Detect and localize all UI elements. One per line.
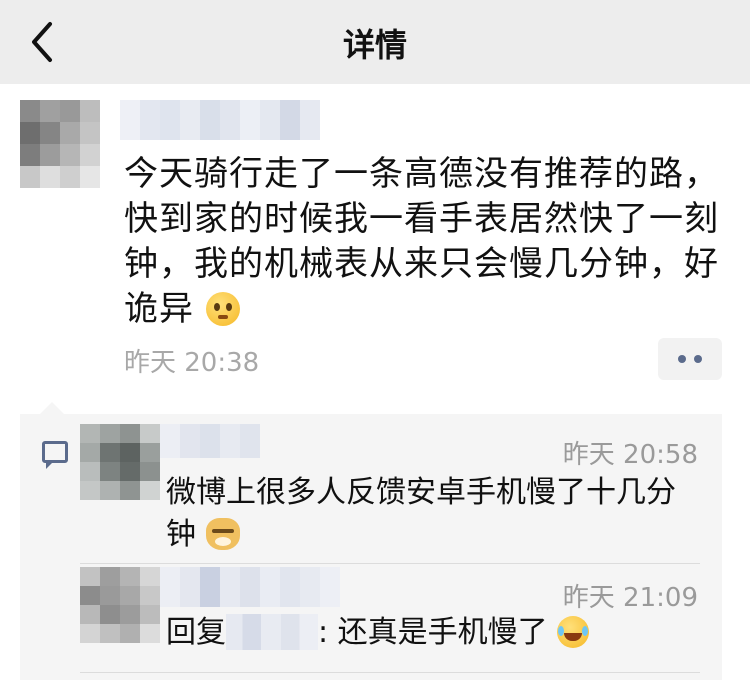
page-title: 详情 <box>342 26 407 64</box>
post-content: 今天骑行走了一条高德没有推荐的路，快到家的时候我一看手表居然快了一刻钟，我的机械… <box>124 152 728 332</box>
comment-divider <box>80 563 700 564</box>
comment-timestamp: 昨天 20:58 <box>562 440 698 470</box>
reply-body: : 还真是手机慢了 <box>318 615 548 650</box>
commenter-avatar[interactable] <box>80 567 160 643</box>
commenter-name[interactable] <box>160 567 340 607</box>
doge-emoji-icon <box>205 518 240 550</box>
reply-target-name[interactable] <box>226 614 318 650</box>
more-actions-button[interactable] <box>658 338 722 380</box>
commenter-avatar[interactable] <box>80 424 160 500</box>
nav-bar: 详情 <box>0 0 750 84</box>
reply-prefix: 回复 <box>166 615 226 650</box>
comment-divider <box>80 672 700 673</box>
comment-text: 微博上很多人反馈安卓手机慢了十几分钟 <box>166 472 700 556</box>
tears-of-joy-emoji-icon <box>557 616 590 648</box>
woozy-face-emoji-icon <box>205 292 240 326</box>
comments-pointer <box>40 402 64 414</box>
comment-body: 微博上很多人反馈安卓手机慢了十几分钟 <box>166 475 676 552</box>
comment-bubble-icon <box>42 441 68 469</box>
commenter-name[interactable] <box>160 424 260 458</box>
avatar[interactable] <box>20 100 100 188</box>
post-timestamp: 昨天 20:38 <box>124 348 260 378</box>
comment-timestamp: 昨天 21:09 <box>562 583 698 613</box>
author-name[interactable] <box>120 100 320 140</box>
reply-text: 回复 : 还真是手机慢了 <box>166 612 700 654</box>
two-dots-icon <box>678 355 686 363</box>
two-dots-icon-dot <box>694 355 702 363</box>
